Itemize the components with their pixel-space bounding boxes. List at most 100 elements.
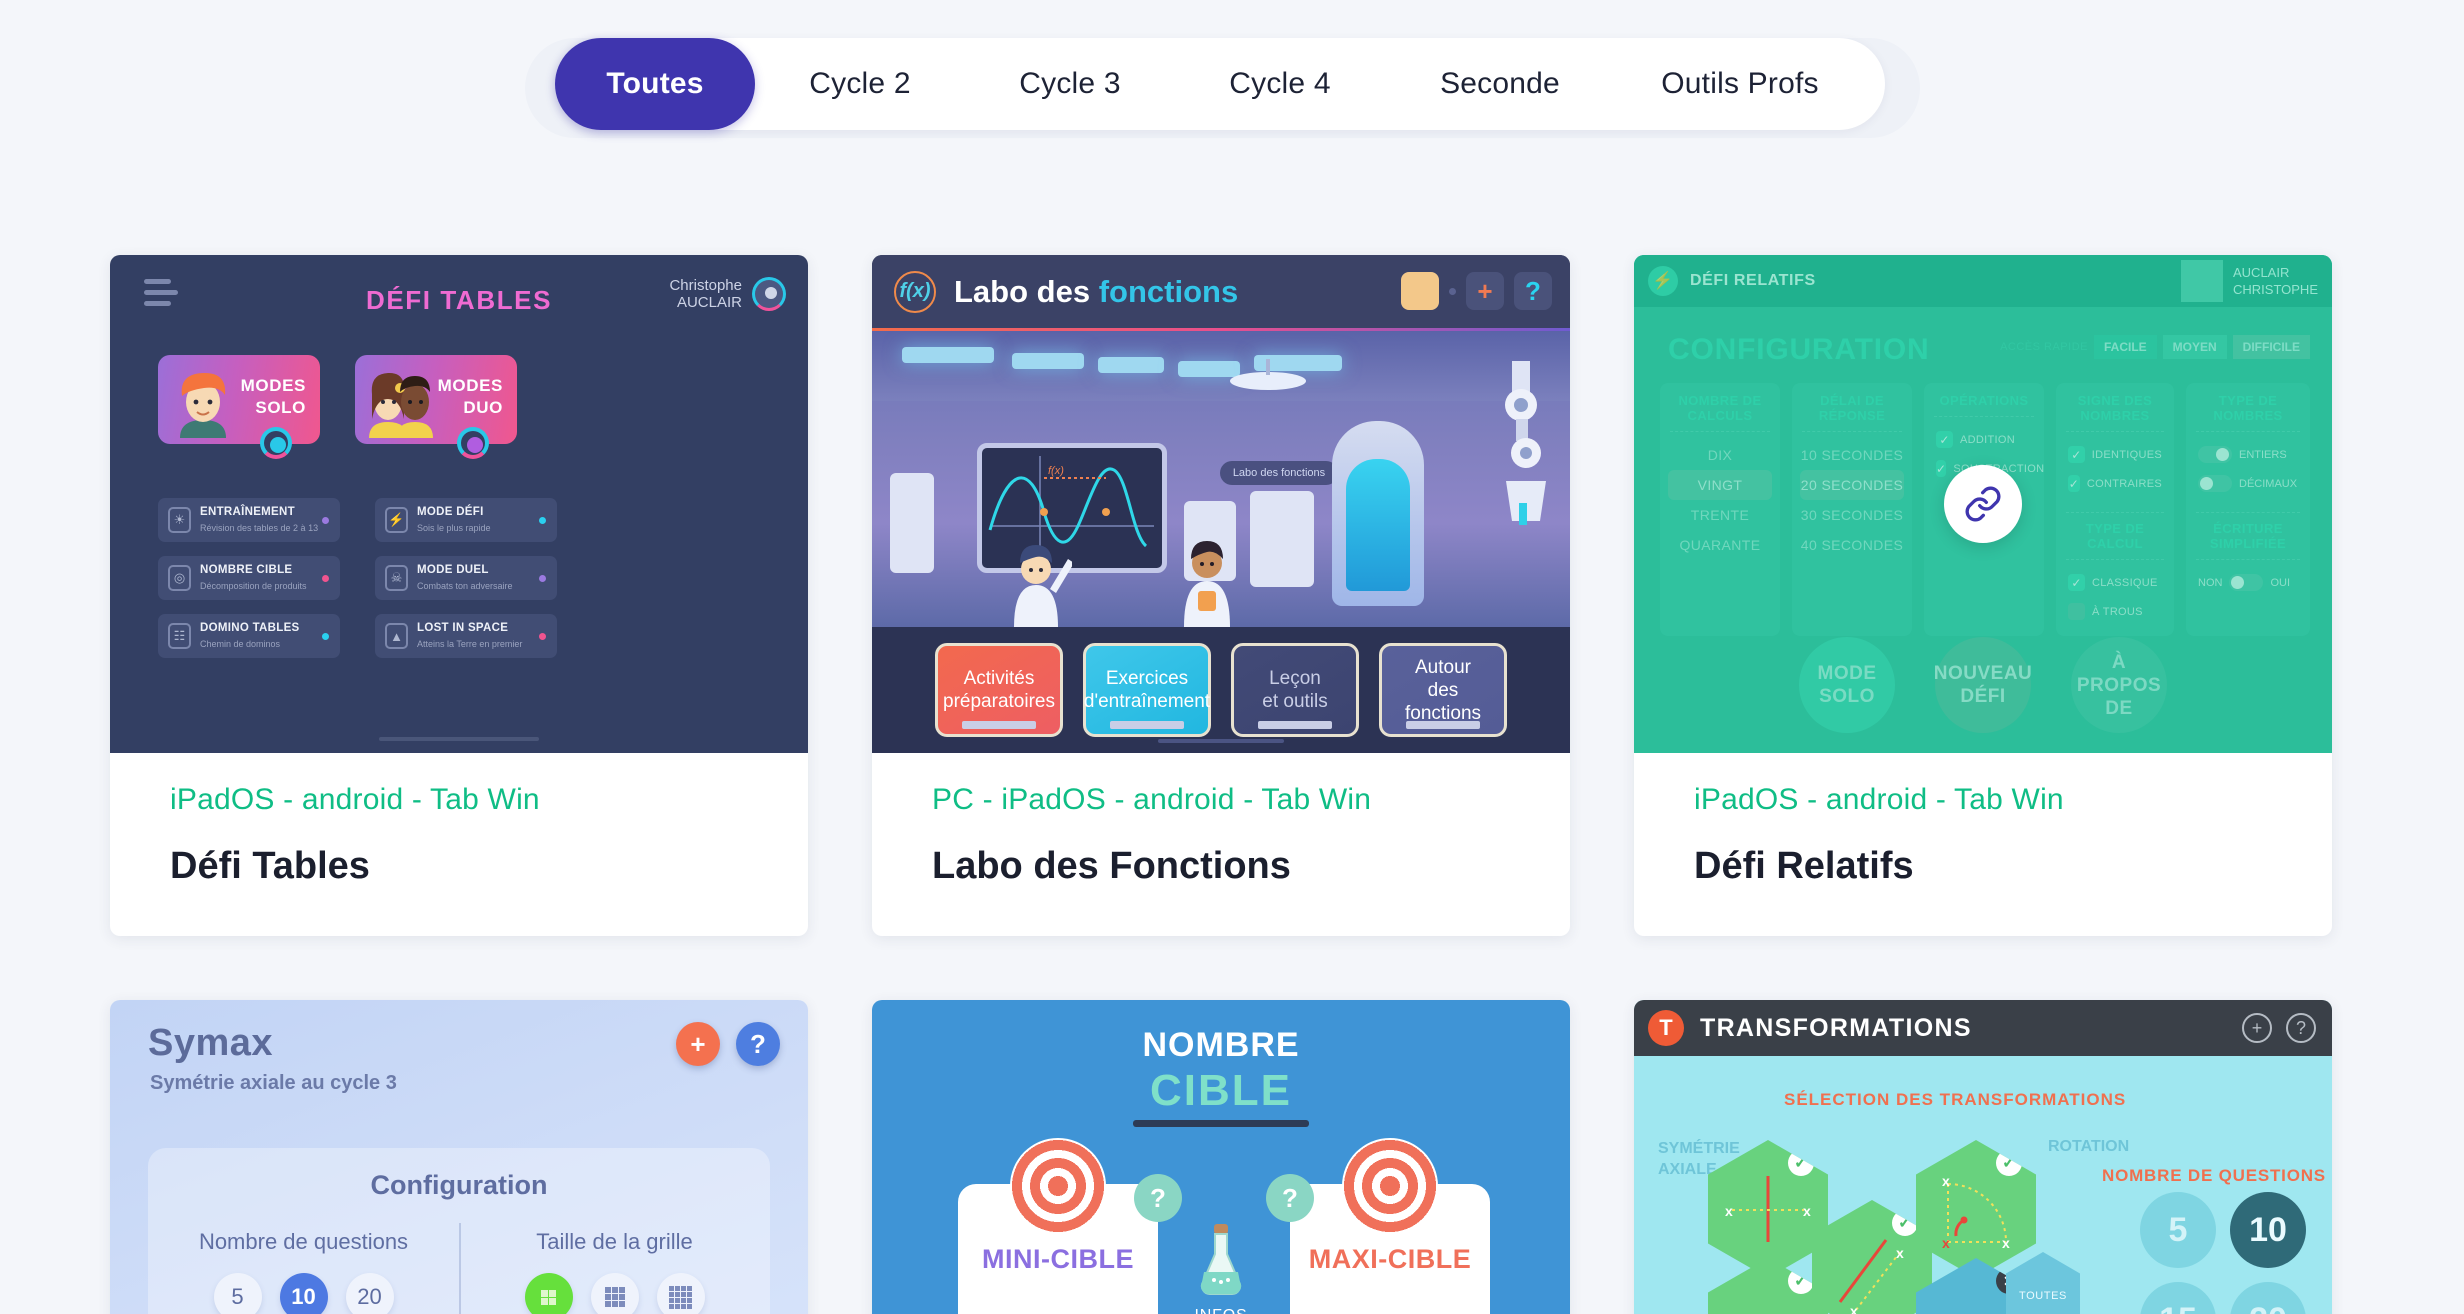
tile-nombre-cible[interactable]: ◎ NOMBRE CIBLE Décomposition de produits	[158, 556, 340, 600]
app-card-transformations[interactable]: T TRANSFORMATIONS + ? SÉLECTION DES TRAN…	[1634, 1000, 2332, 1314]
button-lecon-et-outils[interactable]: Leçon et outils	[1231, 643, 1359, 737]
help-icon[interactable]: ?	[1134, 1174, 1182, 1222]
hexagon-translation[interactable]: ✓ x x	[1812, 1200, 1932, 1314]
keyboard-icon	[1258, 721, 1332, 729]
svg-text:x: x	[1803, 1203, 1811, 1219]
link-icon[interactable]	[1944, 465, 2022, 543]
scroll-indicator[interactable]	[379, 737, 539, 741]
domino-icon: ☷	[168, 623, 191, 649]
warn-card-icon[interactable]	[1401, 272, 1439, 310]
svg-text:x: x	[1896, 1245, 1904, 1261]
app-card-symax[interactable]: Symax Symétrie axiale au cycle 3 + ? Con…	[110, 1000, 808, 1314]
field-label: Taille de la grille	[536, 1229, 693, 1254]
scroll-indicator[interactable]	[1158, 739, 1284, 743]
pencil-rule-icon	[1133, 1120, 1309, 1127]
card-title: Défi Relatifs	[1694, 845, 1914, 887]
tab-cycle-4[interactable]: Cycle 4	[1175, 38, 1385, 130]
tile-dot	[539, 517, 546, 524]
plus-icon[interactable]: +	[1466, 272, 1504, 310]
thumbnail-labo-des-fonctions[interactable]: f(x) Labo des fonctions + ? f(x) Labo de…	[872, 255, 1570, 753]
chip-5[interactable]: 5	[213, 1273, 262, 1314]
mode-duo-card[interactable]: MODES DUO	[355, 355, 517, 459]
tab-seconde[interactable]: Seconde	[1385, 38, 1615, 130]
app-card-nombre-cible[interactable]: NOMBRE CIBLE ? MINI-CIBLE 1 1 100% ?	[872, 1000, 1570, 1314]
card-body: iPadOS - android - Tab Win Défi Tables	[110, 753, 808, 936]
thumb-app-subtitle: Symétrie axiale au cycle 3	[150, 1072, 397, 1094]
tab-cycle-3[interactable]: Cycle 3	[965, 38, 1175, 130]
thumbnail-defi-relatifs[interactable]: ⚡ DÉFI RELATIFS AUCLAIR CHRISTOPHE CONFI…	[1634, 255, 2332, 753]
panel-maxi-cible[interactable]: ? MAXI-CIBLE 0 0 0%	[1266, 1138, 1490, 1314]
panel-mini-cible[interactable]: ? MINI-CIBLE 1 1 100%	[958, 1138, 1182, 1314]
tile-desc: Sois le plus rapide	[417, 522, 491, 533]
app-card-defi-relatifs[interactable]: ⚡ DÉFI RELATIFS AUCLAIR CHRISTOPHE CONFI…	[1634, 255, 2332, 936]
tile-dot	[539, 633, 546, 640]
tile-mode-defi[interactable]: ⚡ MODE DÉFI Sois le plus rapide	[375, 498, 557, 542]
lab-sign: Labo des fonctions	[1220, 461, 1338, 485]
help-icon[interactable]: ?	[1514, 272, 1552, 310]
grid-small-icon[interactable]	[524, 1273, 573, 1314]
hexagon-rotation[interactable]: ✓ x x x	[1916, 1140, 2036, 1278]
tile-lost-in-space[interactable]: ▲ LOST IN SPACE Atteins la Terre en premi…	[375, 614, 557, 658]
lab-lamp-icon	[1230, 359, 1306, 390]
tile-desc: Chemin de dominos	[200, 638, 281, 649]
button-autour-des-fonctions[interactable]: Autour des fonctions	[1379, 643, 1507, 737]
hexagon-symetrie-point[interactable]: ✓ x x x	[1708, 1258, 1828, 1314]
app-card-defi-tables[interactable]: DÉFI TABLES Christophe AUCLAIR MODES SOL…	[110, 255, 808, 936]
tab-outils-profs[interactable]: Outils Profs	[1615, 38, 1865, 130]
help-icon[interactable]: ?	[1266, 1174, 1314, 1222]
category-tabbar-shell: Toutes Cycle 2 Cycle 3 Cycle 4 Seconde O…	[525, 38, 1920, 138]
tile-name: NOMBRE CIBLE	[200, 563, 293, 576]
keyboard-icon	[1406, 721, 1480, 729]
user-badge[interactable]: Christophe AUCLAIR	[669, 277, 786, 311]
tab-cycle-2[interactable]: Cycle 2	[755, 38, 965, 130]
lab-cabinet	[890, 473, 934, 573]
bolt-icon: ⚡	[385, 507, 408, 533]
lab-illustration: f(x) Labo des fonctions	[872, 331, 1570, 627]
button-exercices-entrainement[interactable]: Exercices d'entraînement	[1083, 643, 1211, 737]
category-tabbar: Toutes Cycle 2 Cycle 3 Cycle 4 Seconde O…	[555, 38, 1885, 130]
skull-icon: ☠	[385, 565, 408, 591]
target-icon	[1010, 1138, 1106, 1234]
avatar-duo-icon	[369, 372, 433, 438]
hexagon-toutes[interactable]: TOUTES	[2006, 1252, 2080, 1314]
count-20[interactable]: 20	[2230, 1282, 2306, 1314]
panel-name: MINI-CIBLE	[982, 1244, 1134, 1274]
thumbnail-symax[interactable]: Symax Symétrie axiale au cycle 3 + ? Con…	[110, 1000, 808, 1314]
hexagon-symetrie-verticale[interactable]: ✓ x x	[1708, 1140, 1828, 1278]
thumbnail-transformations[interactable]: T TRANSFORMATIONS + ? SÉLECTION DES TRAN…	[1634, 1000, 2332, 1314]
tile-name: LOST IN SPACE	[417, 621, 509, 634]
chip-20[interactable]: 20	[345, 1273, 394, 1314]
count-15[interactable]: 15	[2140, 1282, 2216, 1314]
tile-entrainement[interactable]: ☀ ENTRAÎNEMENT Révision des tables de 2 à…	[158, 498, 340, 542]
count-10[interactable]: 10	[2230, 1192, 2306, 1268]
thumbnail-nombre-cible[interactable]: NOMBRE CIBLE ? MINI-CIBLE 1 1 100% ?	[872, 1000, 1570, 1314]
mode-solo-card[interactable]: MODES SOLO	[158, 355, 320, 459]
svg-text:f(x): f(x)	[1048, 465, 1064, 477]
target-icon: ◎	[168, 565, 191, 591]
count-5[interactable]: 5	[2140, 1192, 2216, 1268]
chip-10[interactable]: 10	[279, 1273, 328, 1314]
thumb-app-title-line1: NOMBRE	[1142, 1026, 1300, 1064]
tab-toutes[interactable]: Toutes	[555, 38, 755, 130]
grid-large-icon[interactable]	[656, 1273, 705, 1314]
card-platforms: iPadOS - android - Tab Win	[1694, 783, 2064, 816]
keyboard-icon	[1110, 721, 1184, 729]
lab-scientist-1-icon	[1014, 545, 1072, 627]
button-activites-preparatoires[interactable]: Activités préparatoires	[935, 643, 1063, 737]
tile-desc: Combats ton adversaire	[417, 580, 513, 591]
user-last-name: AUCLAIR	[676, 294, 742, 311]
help-icon[interactable]: ?	[736, 1022, 780, 1066]
avatar	[752, 277, 786, 311]
infos-block[interactable]: INFOS	[1190, 1222, 1252, 1314]
grid-medium-icon[interactable]	[590, 1273, 639, 1314]
thumbnail-defi-tables[interactable]: DÉFI TABLES Christophe AUCLAIR MODES SOL…	[110, 255, 808, 753]
tile-domino-tables[interactable]: ☷ DOMINO TABLES Chemin de dominos	[158, 614, 340, 658]
plus-icon[interactable]: +	[676, 1022, 720, 1066]
svg-text:x: x	[1942, 1173, 1950, 1189]
mode-duo-label: MODES DUO	[437, 376, 503, 417]
keyboard-icon	[962, 721, 1036, 729]
tile-mode-duel[interactable]: ☠ MODE DUEL Combats ton adversaire	[375, 556, 557, 600]
modes-row: MODES SOLO MODES DUO	[158, 355, 517, 459]
app-card-labo-des-fonctions[interactable]: f(x) Labo des fonctions + ? f(x) Labo de…	[872, 255, 1570, 936]
card-body: iPadOS - android - Tab Win Défi Relatifs	[1634, 753, 2332, 936]
